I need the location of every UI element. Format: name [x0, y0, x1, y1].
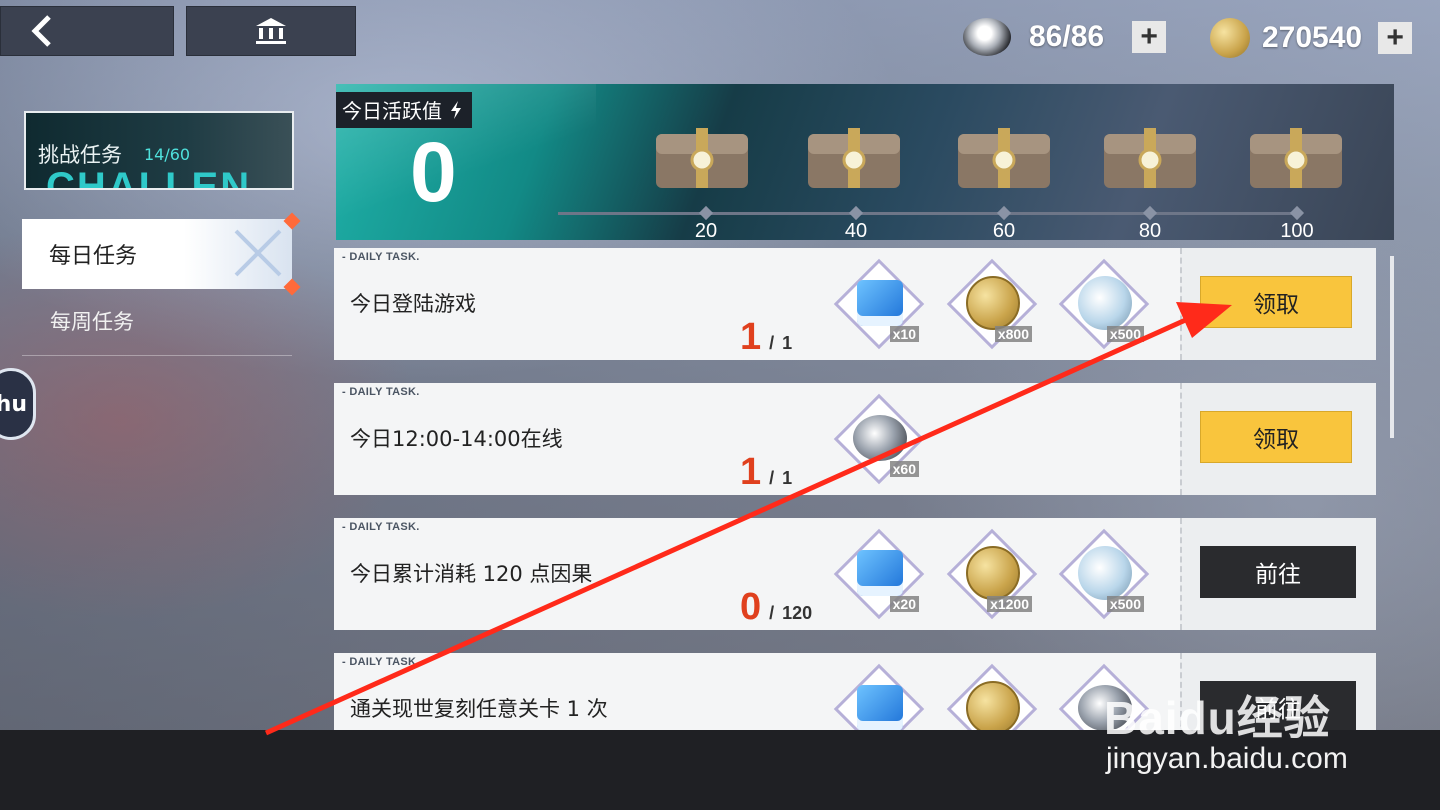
watermark-brand: Baidu经验 — [1104, 692, 1331, 744]
watermark-url: jingyan.baidu.com — [1106, 742, 1348, 775]
